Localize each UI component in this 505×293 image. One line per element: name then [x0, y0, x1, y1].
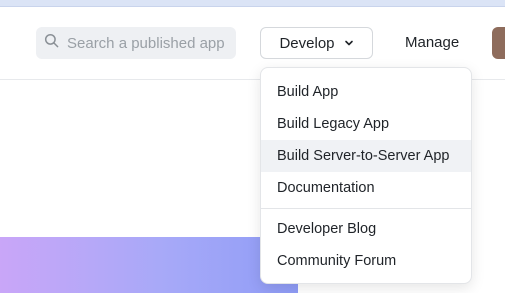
- top-banner-strip: [0, 0, 505, 7]
- search-input[interactable]: [67, 34, 232, 52]
- avatar[interactable]: [492, 27, 505, 59]
- search-icon: [44, 33, 59, 53]
- search-box[interactable]: [36, 27, 236, 59]
- hero-gradient-banner: [0, 237, 298, 293]
- menu-divider: [261, 208, 471, 209]
- chevron-down-icon: [344, 35, 354, 52]
- manage-link[interactable]: Manage: [405, 34, 459, 51]
- develop-label: Develop: [279, 34, 335, 52]
- menu-item-build-server-to-server-app[interactable]: Build Server-to-Server App: [261, 140, 471, 172]
- menu-item-community-forum[interactable]: Community Forum: [261, 245, 471, 277]
- menu-item-developer-blog[interactable]: Developer Blog: [261, 213, 471, 245]
- menu-item-build-legacy-app[interactable]: Build Legacy App: [261, 108, 471, 140]
- develop-dropdown-button[interactable]: Develop: [260, 27, 373, 59]
- develop-dropdown-menu: Build App Build Legacy App Build Server-…: [260, 67, 472, 284]
- menu-item-documentation[interactable]: Documentation: [261, 172, 471, 204]
- menu-item-build-app[interactable]: Build App: [261, 76, 471, 108]
